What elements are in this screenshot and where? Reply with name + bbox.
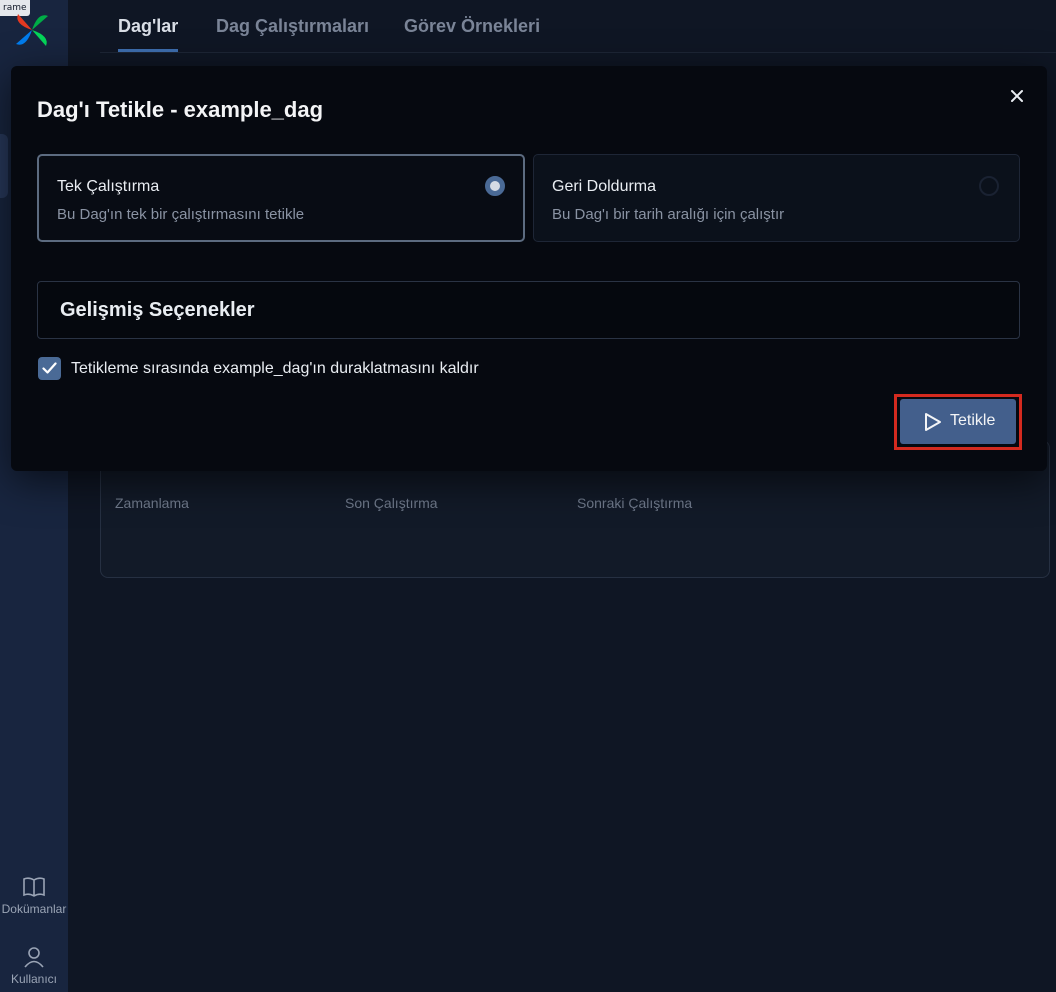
column-header-last-run: Son Çalıştırma [345, 495, 438, 511]
sidebar-active-indicator [0, 134, 8, 198]
tab-dag-runs[interactable]: Dag Çalıştırmaları [216, 16, 369, 49]
unpause-checkbox-label: Tetikleme sırasında example_dag'ın durak… [71, 360, 479, 377]
sidebar-item-user-label: Kullanıcı [10, 972, 58, 986]
trigger-dag-modal: Dag'ı Tetikle - example_dag Tek Çalıştır… [11, 66, 1047, 471]
option-single-run-description: Bu Dag'ın tek bir çalıştırmasını tetikle [57, 206, 305, 223]
unpause-checkbox[interactable] [38, 357, 61, 380]
trigger-button-label: Tetikle [950, 412, 996, 429]
user-icon [24, 947, 44, 968]
play-icon [925, 413, 941, 431]
airflow-logo-icon[interactable] [12, 10, 52, 50]
backfill-radio[interactable] [979, 176, 999, 196]
sidebar-item-docs[interactable]: Dokümanlar [0, 876, 68, 916]
column-header-next-run: Sonraki Çalıştırma [577, 495, 693, 511]
advanced-options-label: Gelişmiş Seçenekler [60, 299, 255, 321]
main-tabs: Dag'lar Dag Çalıştırmaları Görev Örnekle… [100, 0, 1056, 53]
trigger-button[interactable]: Tetikle [900, 399, 1016, 444]
advanced-options-accordion[interactable]: Gelişmiş Seçenekler [37, 281, 1020, 339]
option-single-run[interactable]: Tek Çalıştırma Bu Dag'ın tek bir çalıştı… [37, 154, 525, 242]
single-run-radio[interactable] [485, 176, 505, 196]
modal-title: Dag'ı Tetikle - example_dag [37, 97, 324, 122]
book-icon [23, 877, 45, 897]
sidebar-item-docs-label: Dokümanlar [1, 902, 67, 916]
column-header-schedule: Zamanlama [115, 495, 189, 511]
sidebar-item-user[interactable]: Kullanıcı [0, 946, 68, 986]
option-backfill[interactable]: Geri Doldurma Bu Dag'ı bir tarih aralığı… [533, 154, 1020, 242]
close-icon[interactable] [1007, 86, 1027, 106]
tab-dags[interactable]: Dag'lar [118, 16, 179, 52]
option-single-run-title: Tek Çalıştırma [57, 178, 160, 195]
tab-task-instances[interactable]: Görev Örnekleri [404, 16, 540, 49]
checkmark-icon [42, 362, 57, 374]
option-backfill-description: Bu Dag'ı bir tarih aralığı için çalıştır [552, 206, 785, 223]
option-backfill-title: Geri Doldurma [552, 178, 657, 195]
